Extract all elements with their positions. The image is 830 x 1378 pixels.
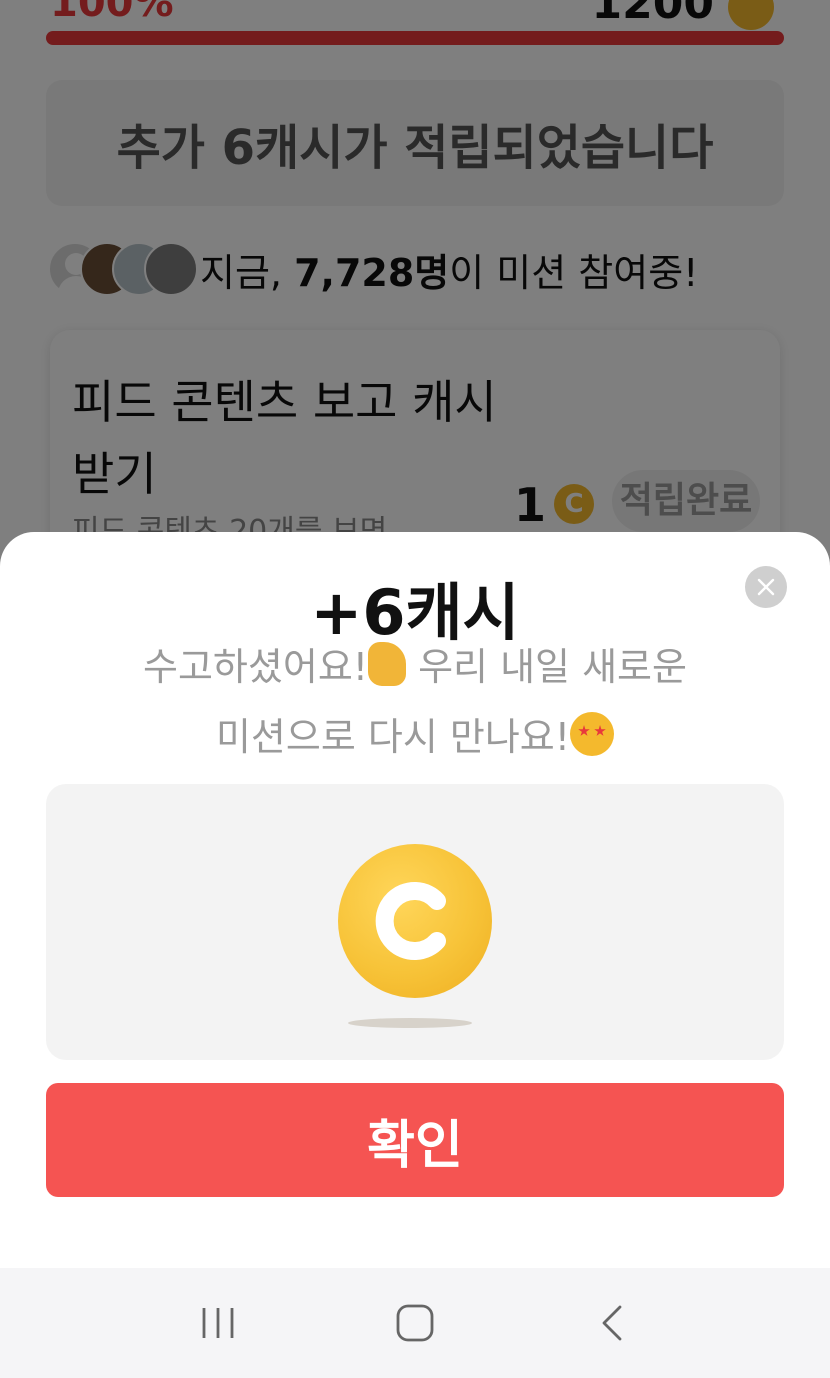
coin-shadow bbox=[348, 1018, 472, 1028]
coin-icon bbox=[338, 844, 492, 998]
close-button[interactable] bbox=[745, 566, 787, 608]
thumbs-up-emoji-icon bbox=[368, 642, 407, 686]
recents-icon bbox=[202, 1308, 234, 1338]
star-struck-emoji-icon bbox=[570, 712, 615, 756]
coin-illustration-panel bbox=[46, 784, 784, 1060]
recents-button[interactable] bbox=[178, 1283, 258, 1363]
back-icon bbox=[602, 1305, 622, 1341]
reward-message: 수고하셨어요! 우리 내일 새로운 미션으로 다시 만나요! bbox=[60, 632, 770, 772]
system-navigation-bar bbox=[0, 1268, 830, 1378]
close-icon bbox=[757, 578, 775, 596]
home-icon bbox=[396, 1304, 434, 1342]
confirm-button[interactable]: 확인 bbox=[46, 1083, 784, 1197]
back-button[interactable] bbox=[572, 1283, 652, 1363]
reward-bottom-sheet: +6캐시 수고하셨어요! 우리 내일 새로운 미션으로 다시 만나요! 확인 bbox=[0, 532, 830, 1268]
home-button[interactable] bbox=[375, 1283, 455, 1363]
coin-c-glyph bbox=[375, 882, 446, 960]
